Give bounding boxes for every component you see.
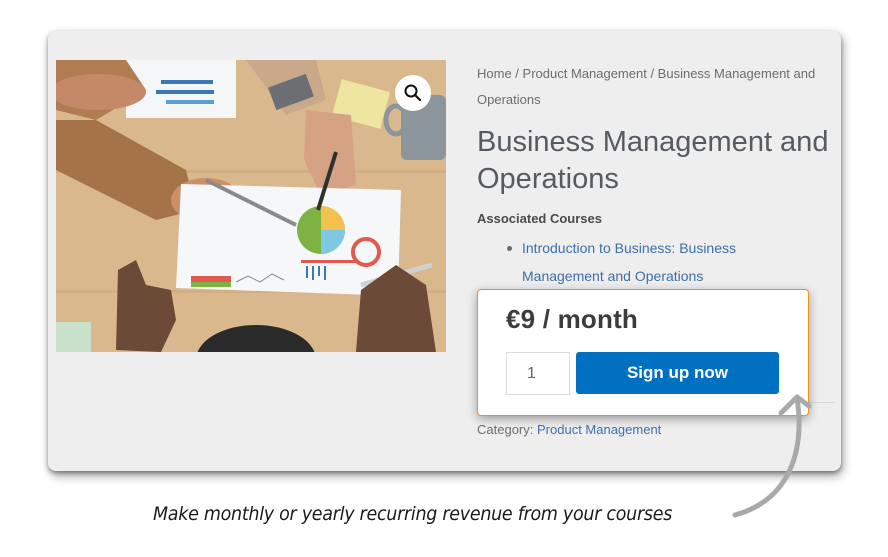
course-list-item: Introduction to Business: Business Manag…	[507, 234, 767, 290]
breadcrumb-separator: /	[646, 66, 658, 81]
image-zoom-button[interactable]	[395, 75, 431, 111]
magnifier-icon	[404, 84, 422, 102]
category-label: Category:	[477, 422, 534, 437]
annotation-caption: Make monthly or yearly recurring revenue…	[153, 503, 673, 525]
breadcrumb: Home / Product Management / Business Man…	[477, 61, 827, 113]
product-category: Category: Product Management	[477, 422, 661, 437]
product-image[interactable]	[56, 60, 446, 352]
course-link[interactable]: Introduction to Business: Business Manag…	[522, 240, 736, 284]
price: €9 / month	[506, 304, 639, 334]
breadcrumb-separator: /	[511, 66, 523, 81]
breadcrumb-home[interactable]: Home	[477, 66, 512, 81]
breadcrumb-category[interactable]: Product Management	[523, 66, 647, 81]
purchase-box: €9 / month Sign up now	[477, 289, 809, 416]
meeting-photo	[56, 60, 446, 352]
associated-courses-label: Associated Courses	[477, 211, 602, 226]
associated-courses-list: Introduction to Business: Business Manag…	[507, 234, 767, 290]
quantity-input[interactable]	[506, 352, 570, 395]
product-title: Business Management and Operations	[477, 126, 829, 195]
category-link[interactable]: Product Management	[537, 422, 661, 437]
sign-up-button[interactable]: Sign up now	[576, 352, 779, 394]
